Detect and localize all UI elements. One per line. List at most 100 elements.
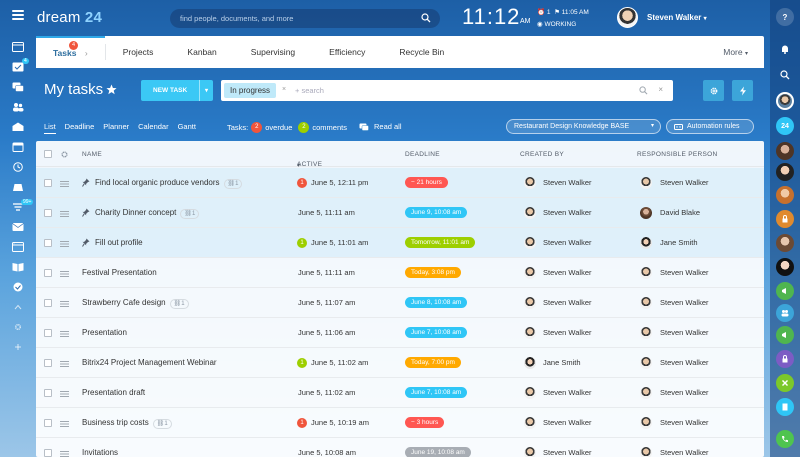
responsible-avatar[interactable] [640,267,652,279]
task-name-link[interactable]: Festival Presentation [82,268,157,277]
row-menu-icon[interactable] [60,390,69,397]
contact-avatar[interactable] [776,163,794,181]
responsible-avatar[interactable] [640,297,652,309]
table-row[interactable]: Fill out profile 1 June 5, 11:01 am Tomorro… [36,228,764,258]
creator-avatar[interactable] [524,207,536,219]
row-menu-icon[interactable] [60,270,69,277]
gear-icon[interactable] [60,150,69,159]
new-task-button[interactable]: NEW TASK ▾ [141,80,213,101]
responsible-avatar[interactable] [640,207,652,219]
creator-name[interactable]: Steven Walker [543,238,592,247]
deadline-pill[interactable]: Today, 3:08 pm [405,267,461,278]
column-created-by[interactable]: CREATED BY [520,151,564,158]
close-icon[interactable]: × [282,86,286,93]
creator-avatar[interactable] [524,237,536,249]
view-list[interactable]: List [44,122,56,134]
table-row[interactable]: Festival Presentation June 5, 11:11 am Tod… [36,258,764,288]
comments-link[interactable]: comments [312,123,347,132]
more-tabs-button[interactable]: More ▾ [723,47,748,57]
mail-icon[interactable] [12,222,24,232]
global-search-input[interactable]: find people, documents, and more [170,9,440,28]
column-deadline[interactable]: DEADLINE [405,151,440,158]
responsible-name[interactable]: Steven Walker [660,268,709,277]
clock-icon[interactable] [12,162,24,172]
responsible-avatar[interactable] [640,447,652,457]
responsible-avatar[interactable] [640,327,652,339]
creator-name[interactable]: Steven Walker [543,208,592,217]
megaphone-icon[interactable] [776,282,794,300]
creator-avatar[interactable] [524,297,536,309]
task-name-link[interactable]: Business trip costs ⛓1 [82,418,172,429]
creator-name[interactable]: Steven Walker [543,328,592,337]
tab-efficiency[interactable]: Efficiency [312,36,382,68]
add-icon[interactable] [12,342,24,352]
tab-kanban[interactable]: Kanban [170,36,233,68]
crm-icon[interactable] [12,122,24,132]
task-name-link[interactable]: Invitations [82,448,118,457]
bitrix24-icon[interactable]: 24 [776,117,794,135]
lightning-button[interactable] [732,80,753,101]
task-name-link[interactable]: Presentation [82,328,127,337]
table-row[interactable]: Strawberry Cafe design ⛓1 June 5, 11:07 am… [36,288,764,318]
row-checkbox[interactable] [44,209,52,217]
responsible-name[interactable]: Steven Walker [660,178,709,187]
logo[interactable]: dream 24 [37,9,102,26]
lock-icon[interactable] [776,210,794,228]
tasks-icon[interactable] [12,62,24,72]
view-planner[interactable]: Planner [103,122,129,134]
task-name-link[interactable]: Find local organic produce vendors ⛓1 [95,178,243,189]
deadline-pill[interactable]: − 3 hours [405,417,445,428]
deadline-pill[interactable]: June 7, 10:08 am [405,327,468,338]
settings-icon[interactable] [12,322,24,332]
knowledge-base-icon[interactable] [12,262,24,272]
table-row[interactable]: Charity Dinner concept ⛓1 June 5, 11:11 am… [36,198,764,228]
chevron-down-icon[interactable]: ▾ [199,80,213,101]
tab-supervising[interactable]: Supervising [234,36,312,68]
deadline-pill[interactable]: June 7, 10:08 am [405,387,468,398]
creator-name[interactable]: Jane Smith [543,358,581,367]
creator-avatar[interactable] [524,267,536,279]
comments-count-badge[interactable]: 2 [298,122,310,133]
responsible-name[interactable]: Jane Smith [660,238,698,247]
responsible-name[interactable]: Steven Walker [660,418,709,427]
calendar-icon[interactable] [12,142,24,152]
row-checkbox[interactable] [44,359,52,367]
tab-projects[interactable]: Projects [106,36,171,68]
contact-avatar[interactable] [776,92,794,110]
contact-avatar[interactable] [776,234,794,252]
knowledge-base-select[interactable]: Restaurant Design Knowledge BASE ▾ [506,119,661,134]
row-menu-icon[interactable] [60,420,69,427]
task-name-link[interactable]: Bitrix24 Project Management Webinar [82,358,217,367]
responsible-name[interactable]: Steven Walker [660,328,709,337]
search-icon[interactable] [639,86,648,95]
check-circle-icon[interactable] [12,282,24,292]
row-menu-icon[interactable] [60,180,69,187]
collapse-up-icon[interactable] [12,302,24,312]
creator-avatar[interactable] [524,177,536,189]
help-icon[interactable]: ? [776,8,794,26]
deadline-pill[interactable]: Tomorrow, 11:01 am [405,237,476,248]
responsible-name[interactable]: Steven Walker [660,388,709,397]
pin-icon[interactable] [82,178,90,187]
row-checkbox[interactable] [44,329,52,337]
creator-name[interactable]: Steven Walker [543,298,592,307]
document-icon[interactable] [776,398,794,416]
read-all-button[interactable]: Read all [359,122,402,131]
contact-avatar[interactable] [776,142,794,160]
star-icon[interactable] [106,84,117,95]
creator-name[interactable]: Steven Walker [543,418,592,427]
menu-icon[interactable] [12,10,24,20]
responsible-avatar[interactable] [640,237,652,249]
row-checkbox[interactable] [44,269,52,277]
row-menu-icon[interactable] [60,330,69,337]
task-name-link[interactable]: Charity Dinner concept ⛓1 [95,208,200,219]
tab-recycle-bin[interactable]: Recycle Bin [382,36,461,68]
responsible-name[interactable]: David Blake [660,208,700,217]
responsible-name[interactable]: Steven Walker [660,298,709,307]
responsible-avatar[interactable] [640,357,652,369]
table-row[interactable]: Presentation June 5, 11:06 am June 7, 10:0… [36,318,764,348]
view-deadline[interactable]: Deadline [65,122,95,134]
deadline-pill[interactable]: June 8, 10:08 am [405,297,468,308]
row-checkbox[interactable] [44,419,52,427]
close-icon[interactable]: × [658,85,663,94]
